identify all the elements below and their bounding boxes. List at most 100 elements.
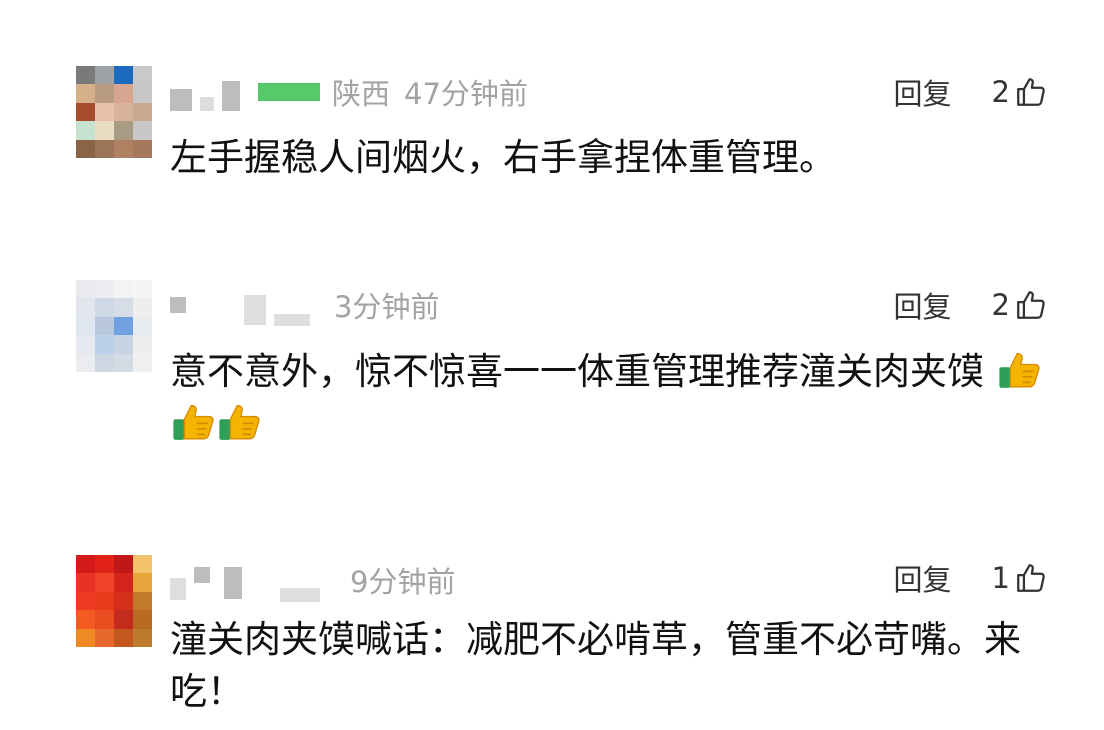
username-blurred[interactable]	[170, 578, 186, 600]
avatar-pixel	[76, 139, 95, 158]
comment-text: 潼关肉夹馍喊话：减肥不必啃草，管重不必苛嘴。来吃！	[170, 618, 1021, 713]
reply-button[interactable]: 回复	[894, 557, 952, 599]
avatar-pixel	[95, 121, 114, 140]
avatar-pixel	[114, 353, 133, 372]
avatar-pixel	[95, 353, 114, 372]
avatar-pixel	[133, 139, 152, 158]
avatar-pixel	[133, 555, 152, 574]
thumbs-up-emoji	[999, 352, 1040, 388]
avatar-pixel	[95, 591, 114, 611]
comment-time: 9分钟前	[350, 565, 456, 599]
comment-header: 9分钟前	[170, 559, 455, 602]
username-blurred[interactable]	[170, 89, 192, 111]
username-blurred[interactable]	[224, 567, 242, 599]
like-count: 1	[991, 561, 1010, 595]
avatar-pixel	[76, 573, 95, 592]
reply-button[interactable]: 回复	[894, 71, 952, 113]
comment-text: 意不意外，惊不惊喜一一体重管理推荐潼关肉夹馍	[170, 350, 984, 393]
avatar-pixel	[76, 610, 95, 629]
avatar-pixel	[133, 628, 152, 647]
thumbs-up-icon[interactable]	[1014, 288, 1048, 322]
comment-time: 47分钟前	[404, 77, 528, 111]
avatar-pixel	[114, 628, 133, 647]
avatar-pixel	[95, 280, 114, 299]
avatar[interactable]	[76, 66, 152, 158]
comment-header: 3分钟前	[170, 284, 439, 326]
username-blurred[interactable]	[170, 297, 186, 313]
avatar-pixel	[76, 298, 95, 317]
comment-actions: 回复 2	[894, 285, 1048, 325]
thumbs-up-icon[interactable]	[1014, 561, 1048, 595]
avatar-pixel	[133, 121, 152, 140]
avatar-pixel	[114, 66, 133, 85]
avatar-pixel	[76, 335, 95, 354]
username-blurred[interactable]	[280, 588, 320, 602]
comment-header: 陕西 47分钟前	[170, 72, 528, 112]
avatar-pixel	[114, 121, 133, 140]
comment-location: 陕西	[332, 77, 391, 111]
avatar-pixel	[114, 591, 133, 611]
username-blurred[interactable]	[244, 295, 266, 325]
avatar-pixel	[133, 298, 152, 317]
comment-meta: 陕西 47分钟前	[332, 71, 528, 113]
thumbs-up-emoji	[173, 404, 214, 440]
avatar-pixel	[76, 121, 95, 140]
thumbs-up-icon[interactable]	[1014, 75, 1048, 109]
avatar-pixel	[95, 555, 114, 574]
thumbs-up-emoji	[219, 404, 260, 440]
avatar-pixel	[114, 573, 133, 592]
avatar-pixel	[114, 139, 133, 158]
avatar-pixel	[95, 298, 114, 317]
like-count: 2	[991, 75, 1010, 109]
username-blurred[interactable]	[200, 97, 214, 111]
avatar-pixel	[114, 280, 133, 299]
avatar-pixel	[133, 591, 152, 611]
avatar-pixel	[133, 335, 152, 354]
avatar-pixel	[133, 280, 152, 299]
comment-actions: 回复 1	[894, 558, 1048, 598]
avatar-pixel	[114, 555, 133, 574]
comment-text-block: 意不意外，惊不惊喜一一体重管理推荐潼关肉夹馍	[170, 346, 1050, 450]
username-blurred[interactable]	[194, 567, 210, 583]
avatar-pixel	[133, 102, 152, 122]
avatar-pixel	[114, 316, 133, 336]
avatar-pixel	[95, 628, 114, 647]
avatar-pixel	[95, 84, 114, 103]
avatar-pixel	[76, 316, 95, 336]
avatar-pixel	[114, 102, 133, 122]
comment-meta: 3分钟前	[334, 284, 439, 326]
avatar-pixel	[95, 573, 114, 592]
comment-meta: 9分钟前	[350, 559, 455, 601]
avatar-pixel	[76, 66, 95, 85]
avatar-pixel	[76, 555, 95, 574]
avatar-pixel	[95, 139, 114, 158]
avatar-pixel	[76, 84, 95, 103]
avatar-pixel	[95, 102, 114, 122]
reply-button[interactable]: 回复	[894, 284, 952, 326]
avatar[interactable]	[76, 280, 152, 372]
avatar-pixel	[95, 610, 114, 629]
avatar-pixel	[95, 66, 114, 85]
like-count: 2	[991, 288, 1010, 322]
avatar-pixel	[76, 628, 95, 647]
avatar-pixel	[133, 84, 152, 103]
avatar-pixel	[76, 591, 95, 611]
avatar[interactable]	[76, 555, 152, 647]
avatar-pixel	[133, 353, 152, 372]
avatar-pixel	[133, 66, 152, 85]
avatar-pixel	[76, 102, 95, 122]
comment-time: 3分钟前	[334, 290, 440, 324]
avatar-pixel	[114, 610, 133, 629]
avatar-pixel	[133, 316, 152, 336]
username-blurred[interactable]	[274, 314, 310, 326]
avatar-pixel	[76, 353, 95, 372]
avatar-pixel	[76, 280, 95, 299]
avatar-pixel	[114, 335, 133, 354]
username-blurred[interactable]	[222, 81, 240, 111]
avatar-pixel	[95, 335, 114, 354]
avatar-pixel	[114, 298, 133, 317]
user-badge-blurred	[258, 83, 320, 101]
comment-text: 左手握稳人间烟火，右手拿捏体重管理。	[170, 136, 836, 179]
avatar-pixel	[114, 84, 133, 103]
avatar-pixel	[133, 573, 152, 592]
